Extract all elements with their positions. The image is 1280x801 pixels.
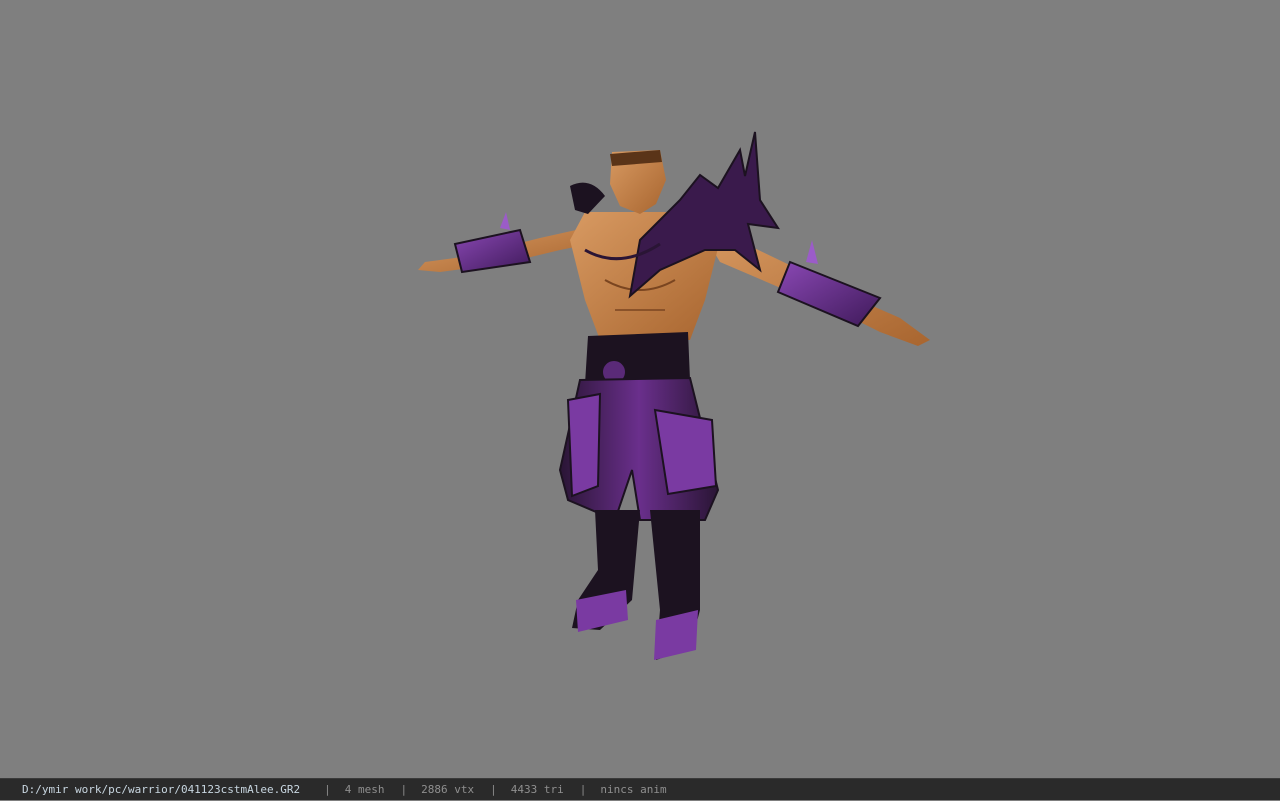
separator: | <box>324 782 331 796</box>
3d-viewport[interactable] <box>0 0 1280 778</box>
animation-status-label: nincs anim <box>600 782 667 796</box>
file-path-label: D:/ymir work/pc/warrior/041123cstmAlee.G… <box>22 782 301 796</box>
mesh-count-label: 4 mesh <box>344 782 385 796</box>
separator: | <box>579 782 587 796</box>
right-bracer <box>776 260 882 328</box>
separator: | <box>400 782 408 796</box>
character-model-render <box>418 131 930 660</box>
separator: | <box>490 782 497 796</box>
status-bar: D:/ymir work/pc/warrior/041123cstmAlee.G… <box>0 778 1280 800</box>
left-bracer <box>453 228 532 274</box>
belt <box>585 332 690 384</box>
triangle-count-label: 4433 tri <box>510 782 564 796</box>
vertex-count-label: 2886 vtx <box>421 782 475 796</box>
